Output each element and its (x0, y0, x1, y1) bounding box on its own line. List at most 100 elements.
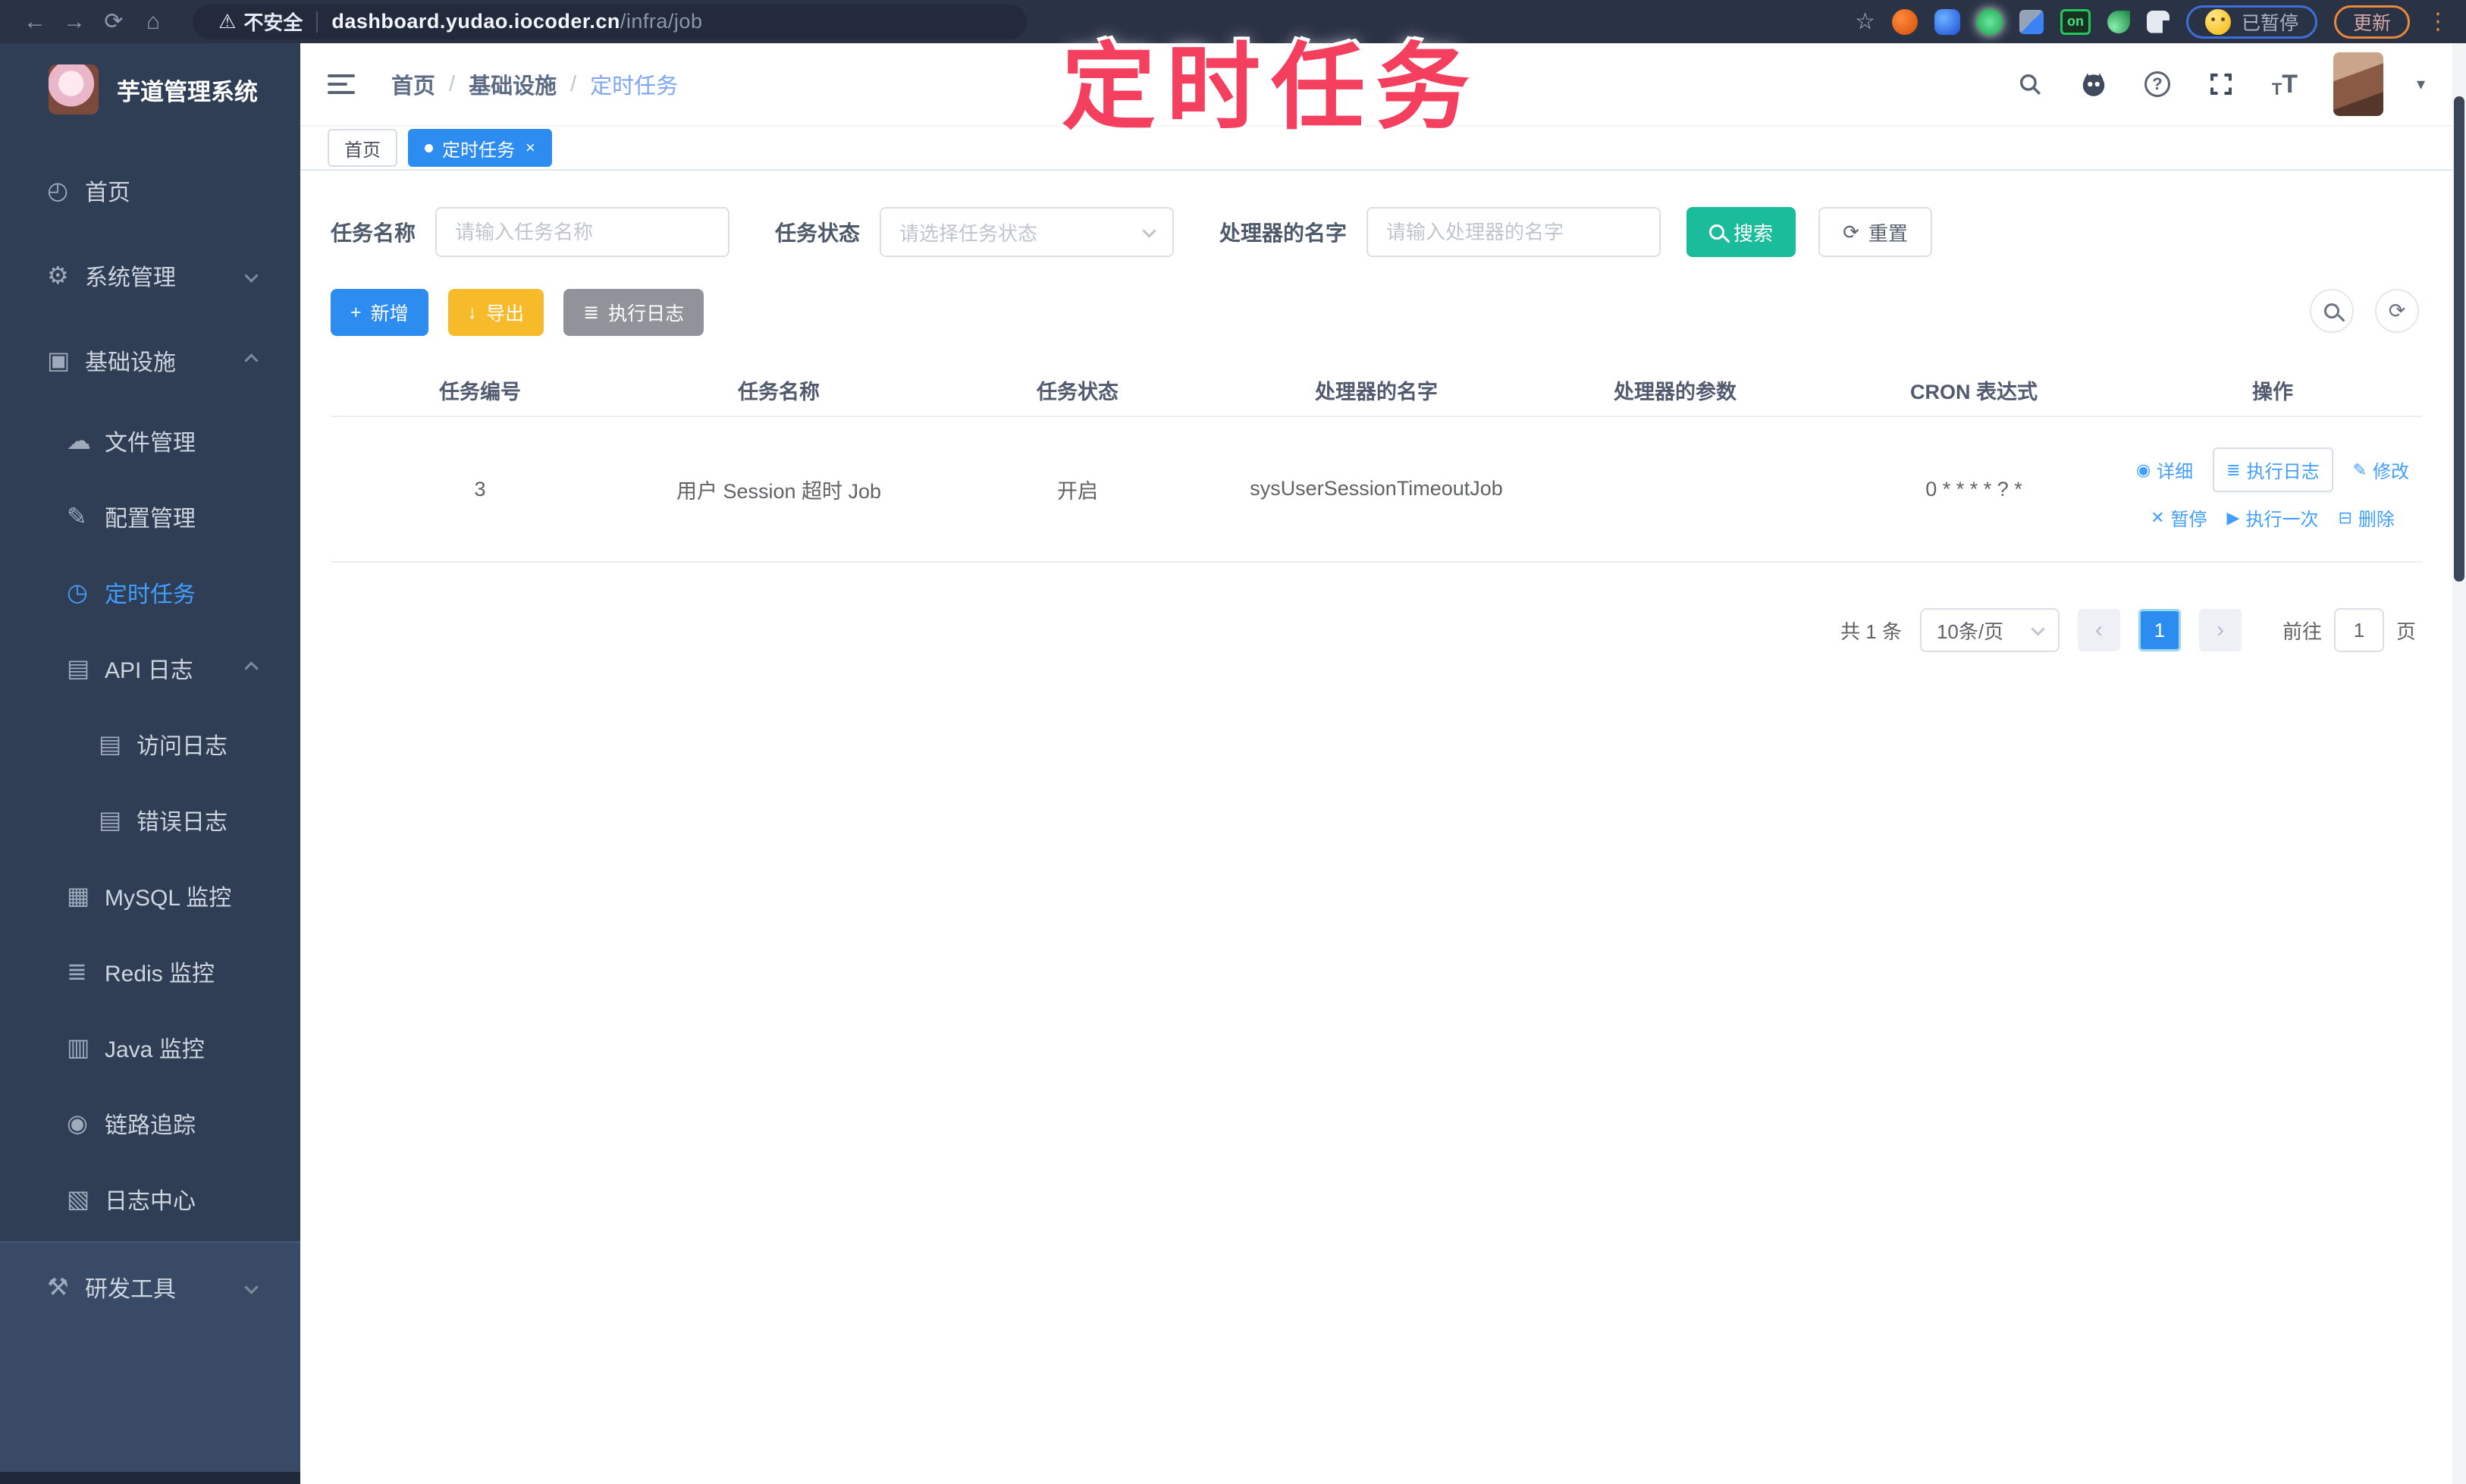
monitor-icon: ▥ (67, 1034, 90, 1061)
extension-on-badge[interactable]: on (2060, 8, 2091, 35)
pagination: 共 1 条 10条/页 ‹ 1 › 前往 页 (331, 608, 2422, 652)
sidebar-item-api-log[interactable]: ▤ API 日志 (0, 630, 300, 706)
close-icon[interactable]: × (526, 138, 535, 158)
chevron-down-icon (1142, 223, 1156, 238)
app-logo[interactable]: 芋道管理系统 (0, 43, 300, 122)
edit-icon: ✎ (67, 503, 87, 530)
browser-forward-icon[interactable]: → (55, 9, 94, 35)
plus-icon: + (350, 301, 362, 323)
avatar-caret-icon[interactable]: ▾ (2417, 74, 2425, 94)
goto-label: 前往 (2282, 620, 2322, 643)
collapse-menu-icon[interactable] (328, 74, 355, 94)
add-button[interactable]: + 新增 (331, 289, 428, 336)
page-size-select[interactable]: 10条/页 (1919, 608, 2060, 652)
sidebar-item-label: Redis 监控 (105, 962, 215, 987)
github-icon[interactable] (2079, 69, 2109, 99)
sidebar-item-access-log[interactable]: ▤ 访问日志 (0, 706, 300, 782)
sidebar-item-label: Java 监控 (105, 1037, 205, 1062)
col-job-id: 任务编号 (331, 365, 629, 417)
profile-paused-pill[interactable]: 已暂停 (2185, 5, 2317, 39)
goto-page-input[interactable] (2333, 608, 2384, 652)
sidebar-item-infra[interactable]: ▣ 基础设施 (0, 318, 300, 403)
font-size-icon[interactable]: TT (2270, 69, 2300, 99)
sidebar-item-error-log[interactable]: ▤ 错误日志 (0, 782, 300, 858)
browser-back-icon[interactable]: ← (15, 9, 55, 35)
sidebar-item-config[interactable]: ✎ 配置管理 (0, 478, 300, 554)
sidebar-item-redis[interactable]: ≣ Redis 监控 (0, 933, 300, 1009)
sidebar-item-job[interactable]: ◷ 定时任务 (0, 554, 300, 630)
scrollbar-thumb[interactable] (2454, 96, 2464, 582)
browser-reload-icon[interactable]: ⟳ (94, 8, 133, 35)
tag-job-active[interactable]: 定时任务 × (408, 129, 552, 167)
sidebar-item-mysql[interactable]: ▦ MySQL 监控 (0, 858, 300, 933)
user-avatar[interactable] (2333, 52, 2383, 116)
extension-green-icon[interactable] (1976, 8, 2003, 35)
search-icon[interactable] (2015, 69, 2045, 99)
extension-blue-icon[interactable] (1934, 8, 1960, 35)
sidebar-item-java[interactable]: ▥ Java 监控 (0, 1009, 300, 1085)
log-icon: ▤ (99, 806, 122, 833)
sidebar-item-home[interactable]: ◴ 首页 (0, 148, 300, 233)
edit-link[interactable]: ✎ 修改 (2353, 456, 2409, 483)
url-path: /infra/job (620, 10, 703, 33)
goto-unit-label: 页 (2395, 620, 2416, 643)
sidebar-item-log-center[interactable]: ▧ 日志中心 (0, 1161, 300, 1237)
detail-link[interactable]: ◉ 详细 (2136, 456, 2193, 483)
browser-menu-icon[interactable]: ⋮ (2427, 8, 2451, 35)
chevron-up-icon (244, 660, 259, 676)
breadcrumb-infra[interactable]: 基础设施 (469, 68, 557, 100)
breadcrumb-home[interactable]: 首页 (391, 68, 435, 100)
job-name-label: 任务名称 (331, 221, 416, 245)
cell-cron: 0 * * * * ? * (1824, 416, 2123, 563)
next-page-button[interactable]: › (2198, 609, 2242, 651)
help-icon[interactable]: ? (2142, 69, 2173, 99)
sidebar-item-dev-tools[interactable]: ⚒ 研发工具 (0, 1243, 300, 1331)
cell-job-id: 3 (331, 416, 629, 563)
col-actions: 操作 (2123, 365, 2422, 417)
extension-leaf-icon[interactable] (2107, 10, 2130, 33)
reset-button[interactable]: ⟳ 重置 (1818, 207, 1932, 257)
tag-home[interactable]: 首页 (328, 129, 397, 167)
toggle-search-button[interactable] (2310, 289, 2354, 333)
page-size-value: 10条/页 (1936, 620, 2004, 643)
app-root: ← → ⟳ ⌂ ⚠ 不安全 dashboard.yudao.iocoder.cn… (0, 0, 2466, 1484)
tools-icon: ⚒ (47, 1273, 69, 1300)
page-1-button[interactable]: 1 (2138, 609, 2181, 651)
sidebar-item-system[interactable]: ⚙ 系统管理 (0, 233, 300, 318)
sidebar-item-trace[interactable]: ◉ 链路追踪 (0, 1085, 300, 1161)
pencil-icon: ✎ (2352, 460, 2367, 479)
prev-page-button[interactable]: ‹ (2077, 609, 2120, 651)
paused-label: 已暂停 (2241, 12, 2298, 34)
extensions-puzzle-icon[interactable] (2146, 10, 2170, 33)
pause-icon: ✕ (2151, 507, 2165, 527)
select-placeholder: 请选择任务状态 (899, 221, 1038, 245)
fullscreen-icon[interactable] (2206, 69, 2236, 99)
job-status-select[interactable]: 请选择任务状态 (880, 207, 1175, 257)
sidebar-item-file[interactable]: ☁ 文件管理 (0, 403, 300, 478)
address-bar[interactable]: ⚠ 不安全 dashboard.yudao.iocoder.cn/infra/j… (193, 4, 1027, 39)
play-icon: ▶ (2226, 507, 2240, 527)
refresh-table-button[interactable]: ⟳ (2375, 289, 2419, 333)
sidebar-item-label: 定时任务 (105, 582, 196, 607)
edit-link-label: 修改 (2373, 462, 2410, 482)
export-button[interactable]: ↓ 导出 (447, 289, 544, 336)
run-once-link[interactable]: ▶ 执行一次 (2227, 504, 2319, 531)
pause-link[interactable]: ✕ 暂停 (2151, 504, 2207, 531)
sidebar-item-label: 日志中心 (105, 1189, 196, 1214)
job-name-input[interactable] (435, 207, 730, 257)
search-button[interactable]: 搜索 (1686, 207, 1796, 257)
extension-grid-icon[interactable] (2019, 9, 2044, 34)
delete-link[interactable]: ⊟ 删除 (2338, 504, 2394, 531)
browser-home-icon[interactable]: ⌂ (133, 9, 173, 35)
browser-update-button[interactable]: 更新 (2333, 5, 2410, 39)
handler-name-label: 处理器的名字 (1219, 221, 1348, 245)
handler-name-input[interactable] (1366, 207, 1661, 257)
row-execution-log-link[interactable]: ≣ 执行日志 (2213, 447, 2333, 492)
cell-actions: ◉ 详细 ≣ 执行日志 ✎ 修改 ✕ 暂停 ▶ 执行一次 ⊟ 删除 (2123, 416, 2422, 563)
execution-log-button[interactable]: ≣ 执行日志 (563, 289, 704, 336)
sidebar-item-label: 访问日志 (136, 734, 227, 759)
bookmark-star-icon[interactable]: ☆ (1855, 8, 1875, 35)
search-icon (2324, 303, 2339, 318)
extension-orange-icon[interactable] (1891, 8, 1918, 35)
filter-form: 任务名称 任务状态 请选择任务状态 处理器的名字 搜索 ⟳ 重置 (331, 207, 2422, 257)
